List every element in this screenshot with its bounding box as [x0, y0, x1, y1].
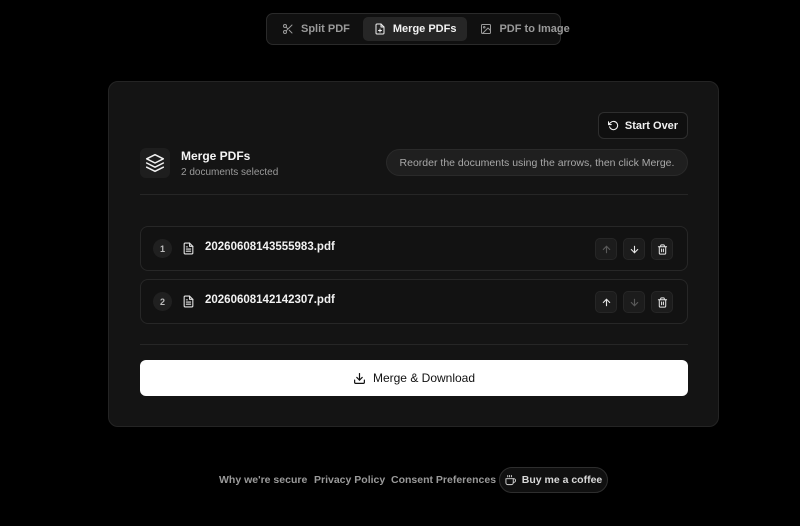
- footer-link-security[interactable]: Why we're secure: [219, 474, 307, 486]
- file-index: 1: [153, 239, 172, 258]
- selection-count: 2 documents selected: [181, 167, 279, 178]
- file-plus-icon: [375, 23, 385, 35]
- footer-link-consent[interactable]: Consent Preferences: [391, 474, 496, 486]
- delete-file-button[interactable]: [651, 238, 673, 260]
- arrow-up-icon: [602, 298, 610, 306]
- arrow-down-icon: [630, 245, 638, 253]
- trash-icon: [657, 296, 667, 308]
- footer-link-privacy[interactable]: Privacy Policy: [314, 474, 385, 486]
- tool-tabs: Split PDF Merge PDFs PDF to Image: [266, 13, 570, 45]
- file-name: 20260608142142307.pdf: [205, 294, 335, 306]
- image-icon: [481, 24, 492, 34]
- move-up-button[interactable]: [595, 291, 617, 313]
- page-title: Merge PDFs: [181, 149, 251, 163]
- file-row: 1 20260608143555983.pdf: [140, 226, 688, 271]
- trash-icon: [657, 243, 667, 255]
- file-name: 20260608143555983.pdf: [205, 241, 335, 253]
- layers-icon: [145, 153, 165, 173]
- delete-file-button[interactable]: [651, 291, 673, 313]
- buy-coffee-button[interactable]: Buy me a coffee: [499, 467, 608, 493]
- scissors-icon: [283, 24, 293, 34]
- instruction-hint: Reorder the documents using the arrows, …: [386, 149, 688, 176]
- move-down-button[interactable]: [623, 291, 645, 313]
- file-text-icon: [183, 295, 194, 308]
- merge-download-button[interactable]: Merge & Download: [140, 360, 688, 396]
- download-icon: [353, 372, 365, 384]
- arrow-down-icon: [630, 298, 638, 306]
- divider: [140, 194, 688, 195]
- tab-split-pdf[interactable]: Split PDF: [271, 17, 361, 41]
- rotate-ccw-icon: [607, 120, 619, 131]
- tab-label: PDF to Image: [499, 23, 570, 35]
- move-up-button[interactable]: [595, 238, 617, 260]
- merge-download-label: Merge & Download: [372, 371, 476, 385]
- coffee-icon: [505, 474, 516, 485]
- start-over-label: Start Over: [624, 119, 679, 132]
- layers-icon-box: [140, 148, 170, 178]
- arrow-up-icon: [602, 245, 610, 253]
- divider: [140, 344, 688, 345]
- buy-coffee-label: Buy me a coffee: [521, 474, 603, 486]
- tab-label: Split PDF: [301, 23, 350, 35]
- move-down-button[interactable]: [623, 238, 645, 260]
- merge-card: Start Over Merge PDFs 2 documents select…: [108, 81, 719, 427]
- tab-label: Merge PDFs: [392, 23, 457, 35]
- tab-pdf-to-image[interactable]: PDF to Image: [469, 17, 580, 41]
- file-index: 2: [153, 292, 172, 311]
- start-over-button[interactable]: Start Over: [598, 112, 688, 139]
- file-text-icon: [183, 242, 194, 255]
- file-row: 2 20260608142142307.pdf: [140, 279, 688, 324]
- tab-merge-pdfs[interactable]: Merge PDFs: [362, 17, 468, 41]
